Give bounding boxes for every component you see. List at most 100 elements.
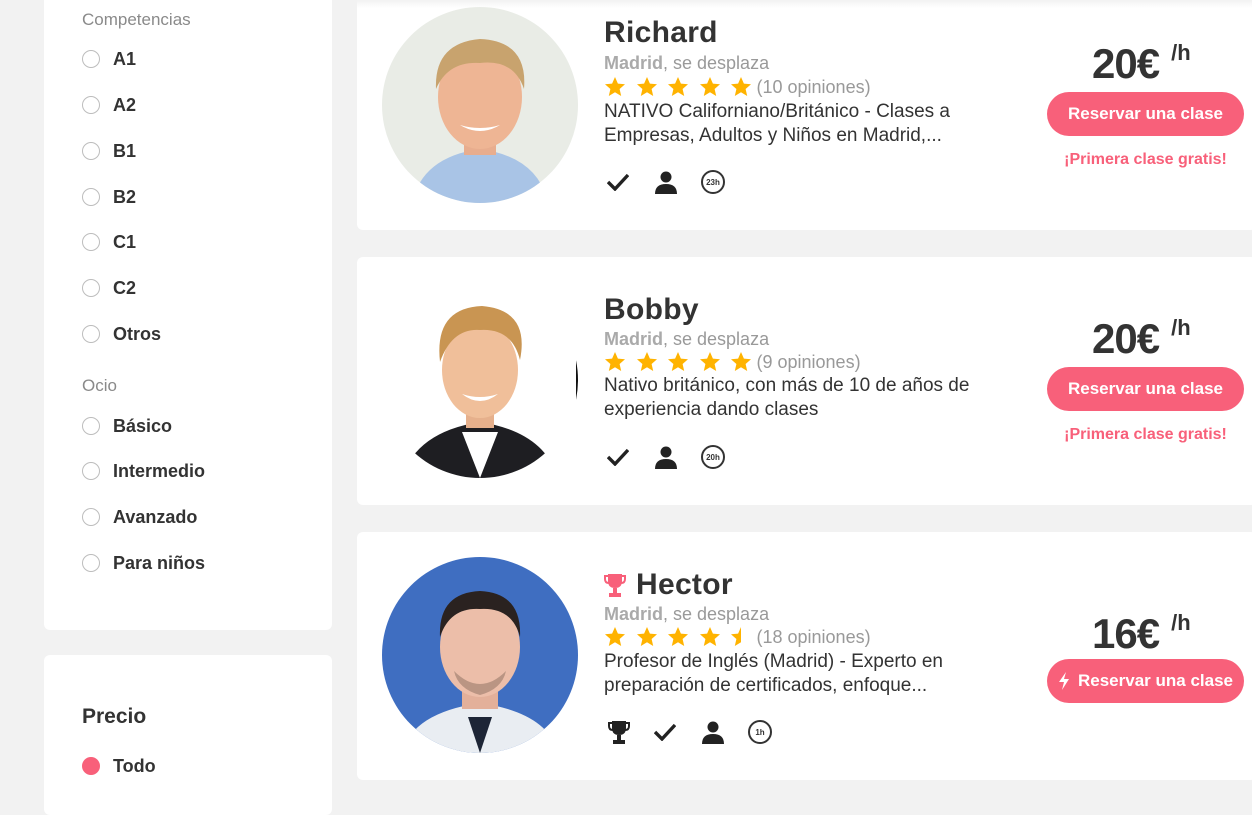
- book-class-label: Reservar una clase: [1078, 671, 1233, 690]
- teacher-name-row: Hector: [604, 568, 733, 602]
- rating-row: (10 opiniones): [604, 76, 871, 98]
- price-display: 16€ /h: [1092, 610, 1191, 658]
- radio-icon[interactable]: [82, 462, 100, 480]
- first-class-free-label: ¡Primera clase gratis!: [1064, 151, 1227, 168]
- clock-badge-icon: 1h: [748, 720, 772, 744]
- price-option-todo[interactable]: Todo: [82, 754, 156, 778]
- radio-checked-icon[interactable]: [82, 757, 100, 775]
- review-count[interactable]: (9 opiniones): [757, 352, 861, 373]
- filter-option-c1[interactable]: C1: [82, 230, 136, 254]
- teacher-photo[interactable]: [382, 557, 578, 753]
- radio-icon[interactable]: [82, 554, 100, 572]
- checkmark-icon: [604, 443, 632, 471]
- radio-icon[interactable]: [82, 508, 100, 526]
- location-travel: , se desplaza: [663, 329, 770, 349]
- filter-section-ocio-title: Ocio: [82, 376, 117, 395]
- price-filter-title: Precio: [82, 705, 147, 728]
- person-icon: [652, 168, 680, 196]
- checkmark-icon: [604, 168, 632, 196]
- star-full-icon: [605, 352, 625, 371]
- teacher-description: NATIVO Californiano/Británico - Clases a…: [604, 101, 950, 146]
- teacher-description: Profesor de Inglés (Madrid) - Experto en…: [604, 651, 943, 696]
- teacher-card-hector[interactable]: Hector Madrid, se desplaza (18 opiniones…: [357, 532, 1252, 780]
- price-value: 20€: [1092, 315, 1160, 362]
- star-full-icon: [668, 627, 688, 646]
- star-full-icon: [731, 352, 751, 371]
- review-count[interactable]: (18 opiniones): [757, 627, 871, 648]
- location-city: Madrid: [604, 329, 664, 349]
- radio-icon[interactable]: [82, 279, 100, 297]
- teacher-photo[interactable]: [382, 7, 578, 203]
- teacher-description: Nativo británico, con más de 10 de años …: [604, 375, 970, 420]
- teacher-location: Madrid, se desplaza: [604, 329, 769, 350]
- filter-section-competencias-title: Competencias: [82, 10, 191, 29]
- price-unit: /h: [1171, 40, 1191, 65]
- teacher-name-row: Richard: [604, 16, 718, 50]
- teacher-name-row: Bobby: [604, 293, 699, 327]
- teacher-photo[interactable]: [382, 282, 578, 478]
- clock-badge-icon: 23h: [701, 170, 725, 194]
- rating-row: (9 opiniones): [604, 351, 861, 373]
- star-full-icon: [636, 627, 657, 646]
- price-unit: /h: [1171, 315, 1191, 340]
- star-full-icon: [699, 352, 720, 371]
- radio-icon[interactable]: [82, 96, 100, 114]
- location-travel: , se desplaza: [663, 604, 770, 624]
- filter-option-b2[interactable]: B2: [82, 185, 136, 209]
- star-full-icon: [699, 77, 720, 96]
- teacher-name[interactable]: Bobby: [604, 293, 699, 327]
- book-class-button[interactable]: Reservar una clase: [1047, 92, 1244, 136]
- radio-icon[interactable]: [82, 188, 100, 206]
- radio-icon[interactable]: [82, 417, 100, 435]
- price-display: 20€ /h: [1092, 40, 1191, 88]
- filter-option-intermedio[interactable]: Intermedio: [82, 459, 205, 483]
- radio-icon[interactable]: [82, 233, 100, 251]
- star-full-icon: [605, 77, 625, 96]
- first-class-free-label: ¡Primera clase gratis!: [1064, 426, 1227, 443]
- book-class-button[interactable]: Reservar una clase: [1047, 367, 1244, 411]
- location-travel: , se desplaza: [663, 53, 770, 73]
- radio-icon[interactable]: [82, 325, 100, 343]
- star-full-icon: [699, 627, 720, 646]
- teacher-name[interactable]: Richard: [604, 16, 718, 50]
- filter-option-b1[interactable]: B1: [82, 139, 136, 163]
- filter-option-basico[interactable]: Básico: [82, 414, 172, 438]
- clock-badge-icon: 20h: [701, 445, 725, 469]
- avatar-illustration: [382, 557, 578, 753]
- star-full-icon: [668, 352, 688, 371]
- lightning-icon: [1059, 672, 1069, 690]
- review-count[interactable]: (10 opiniones): [757, 77, 871, 98]
- location-city: Madrid: [604, 53, 664, 73]
- scroll-fade: [357, 0, 1252, 8]
- teacher-name[interactable]: Hector: [636, 568, 733, 602]
- filter-option-avanzado[interactable]: Avanzado: [82, 505, 197, 529]
- person-icon: [699, 718, 727, 746]
- location-city: Madrid: [604, 604, 664, 624]
- radio-icon[interactable]: [82, 50, 100, 68]
- price-filter-panel: [44, 655, 332, 815]
- star-full-icon: [605, 627, 625, 646]
- filter-option-para-ninos[interactable]: Para niños: [82, 551, 205, 575]
- filter-option-otros[interactable]: Otros: [82, 322, 161, 346]
- trophy-icon: [605, 718, 633, 746]
- teacher-card-richard[interactable]: Richard Madrid, se desplaza (10 opinione…: [357, 0, 1252, 230]
- price-unit: /h: [1171, 610, 1191, 635]
- checkmark-icon: [651, 718, 679, 746]
- star-full-icon: [636, 77, 657, 96]
- price-value: 16€: [1092, 610, 1160, 657]
- radio-icon[interactable]: [82, 142, 100, 160]
- star-full-icon: [731, 77, 751, 96]
- trophy-icon: [604, 574, 626, 597]
- book-class-button[interactable]: Reservar una clase: [1047, 659, 1244, 703]
- star-full-icon: [636, 352, 657, 371]
- teacher-card-bobby[interactable]: Bobby Madrid, se desplaza (9 opiniones) …: [357, 257, 1252, 505]
- avatar-illustration: [382, 282, 578, 478]
- filter-option-a2[interactable]: A2: [82, 93, 136, 117]
- person-icon: [652, 443, 680, 471]
- star-half-icon: [731, 627, 751, 646]
- avatar-illustration: [382, 7, 578, 203]
- price-display: 20€ /h: [1092, 315, 1191, 363]
- rating-row: (18 opiniones): [604, 626, 871, 648]
- filter-option-a1[interactable]: A1: [82, 47, 136, 71]
- filter-option-c2[interactable]: C2: [82, 276, 136, 300]
